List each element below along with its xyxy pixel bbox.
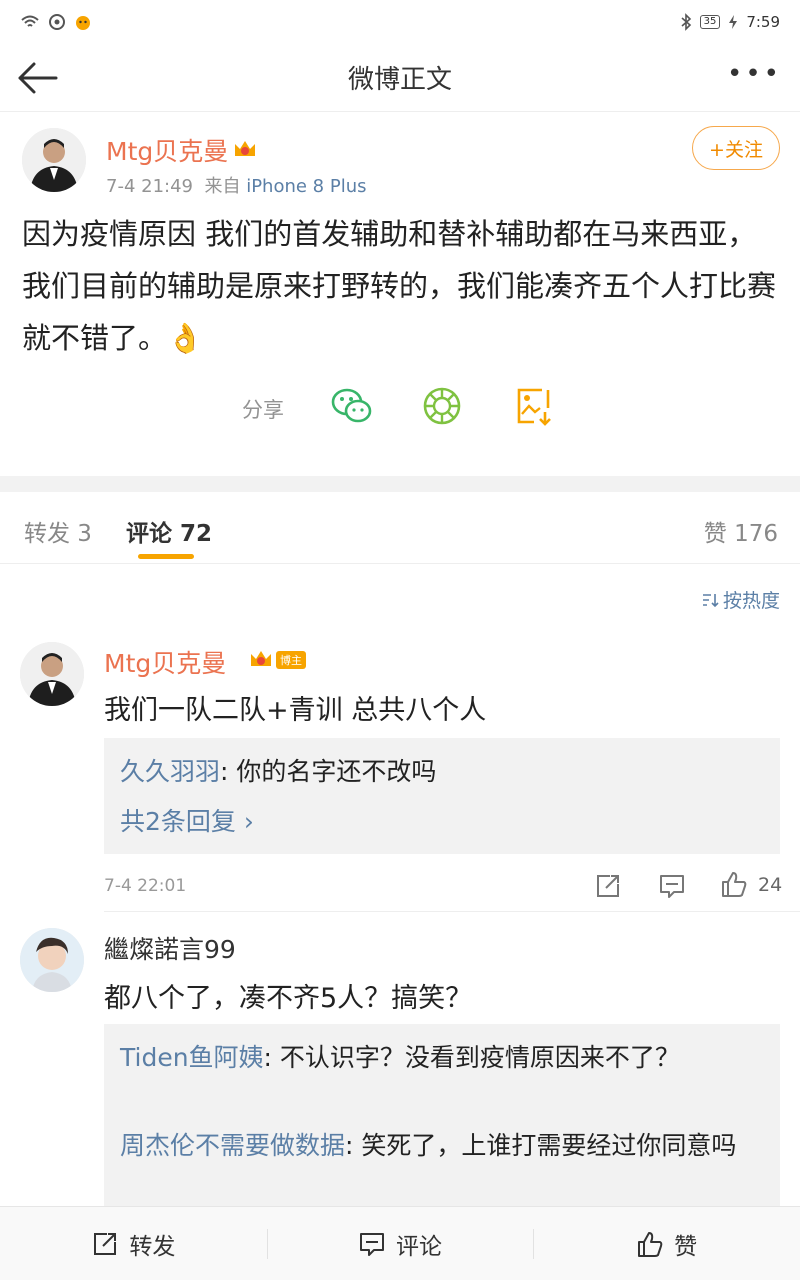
- post-source-prefix: 来自: [204, 176, 241, 197]
- save-image-icon[interactable]: [512, 384, 556, 428]
- status-right: 35 7:59: [680, 13, 780, 31]
- reply-line: Tiden鱼阿姨: 不认识字？没看到疫情原因来不了？: [120, 1036, 764, 1080]
- comment-button[interactable]: 评论: [266, 1207, 534, 1280]
- comment-icon: [360, 1232, 384, 1256]
- repost-comment-icon[interactable]: [594, 872, 622, 900]
- like-label: 赞: [674, 1233, 698, 1260]
- comment-like-count: 24: [758, 874, 783, 896]
- weibo-post: Mtg贝克曼 7-4 21:49 来自 iPhone 8 Plus +关注 因为…: [0, 112, 800, 476]
- active-tab-indicator: [138, 554, 194, 559]
- follow-button[interactable]: +关注: [692, 126, 780, 170]
- back-arrow-icon[interactable]: [14, 56, 60, 100]
- reply-comment-icon[interactable]: [658, 872, 686, 900]
- comment-text: 我们一队二队+青训 总共八个人: [104, 695, 487, 726]
- share-row: 分享: [0, 382, 800, 432]
- view-all-replies-link[interactable]: 共2条回复 ›: [120, 802, 254, 838]
- author-badge: 博主: [276, 651, 306, 669]
- section-divider: [0, 476, 800, 492]
- post-text: 因为疫情原因 我们的首发辅助和替补辅助都在马来西亚，我们目前的辅助是原来打野转的…: [22, 217, 777, 355]
- sort-icon: [702, 593, 719, 607]
- wechat-icon[interactable]: [330, 384, 374, 428]
- comment-label: 评论: [396, 1233, 442, 1260]
- app-notification-icon: [76, 16, 90, 30]
- reply-text: : 你的名字还不改吗: [220, 757, 437, 786]
- tab-reposts[interactable]: 转发 3: [24, 514, 92, 548]
- like-icon: [638, 1231, 663, 1257]
- wifi-icon: [21, 15, 39, 27]
- moments-icon[interactable]: [420, 384, 464, 428]
- bottom-action-bar: 转发 评论 赞: [0, 1206, 800, 1280]
- author-avatar[interactable]: [22, 128, 86, 192]
- like-comment-icon[interactable]: [720, 870, 748, 898]
- page-title: 微博正文: [347, 65, 452, 95]
- repost-icon: [94, 1232, 117, 1255]
- comment-time: 7-4 22:01: [104, 876, 187, 896]
- bluetooth-icon: [681, 13, 691, 31]
- reply-author[interactable]: Tiden鱼阿姨: [120, 1043, 264, 1072]
- nav-bar: 微博正文 •••: [0, 44, 800, 112]
- tab-likes[interactable]: 赞 176: [704, 514, 778, 548]
- charging-icon: [729, 15, 738, 29]
- share-label: 分享: [242, 398, 284, 422]
- commenter-avatar[interactable]: [20, 928, 84, 992]
- battery-level: 35: [699, 15, 721, 29]
- sort-by-hot-button[interactable]: 按热度: [701, 586, 780, 613]
- interaction-tabs: 转发 3 评论 72 赞 176: [0, 492, 800, 564]
- comment-item: Mtg贝克曼 博主 我们一队二队+青训 总共八个人 久久羽羽: 你的名字还不改吗…: [0, 640, 800, 912]
- reply-preview[interactable]: 久久羽羽: 你的名字还不改吗 共2条回复 ›: [104, 738, 780, 854]
- tab-comments[interactable]: 评论 72: [126, 514, 212, 548]
- reply-preview[interactable]: Tiden鱼阿姨: 不认识字？没看到疫情原因来不了？ 周杰伦不需要做数据: 笑死…: [104, 1024, 780, 1206]
- vip-crown-icon: [235, 141, 255, 156]
- commenter-name[interactable]: Mtg贝克曼: [104, 644, 226, 680]
- comment-divider: [104, 911, 800, 912]
- ok-hand-emoji: 👌: [167, 321, 204, 355]
- more-options-icon[interactable]: •••: [727, 61, 782, 87]
- comment-item: 繼燦諾言99 都八个了，凑不齐5人？搞笑？ Tiden鱼阿姨: 不认识字？没看到…: [0, 926, 800, 1206]
- reply-line: 周杰伦不需要做数据: 笑死了，上谁打需要经过你同意吗: [120, 1124, 764, 1168]
- hotspot-icon: [49, 14, 65, 30]
- repost-button[interactable]: 转发: [0, 1207, 267, 1280]
- status-left: [20, 13, 92, 31]
- post-device[interactable]: iPhone 8 Plus: [246, 176, 366, 197]
- commenter-avatar[interactable]: [20, 642, 84, 706]
- author-name[interactable]: Mtg贝克曼: [106, 132, 228, 168]
- reply-author[interactable]: 久久羽羽: [120, 757, 220, 786]
- status-bar: 35 7:59: [0, 0, 800, 44]
- reply-author[interactable]: 周杰伦不需要做数据: [120, 1131, 345, 1160]
- commenter-name[interactable]: 繼燦諾言99: [104, 930, 236, 966]
- post-time: 7-4 21:49: [106, 176, 193, 197]
- vip-crown-icon: [251, 651, 271, 666]
- reply-text: : 不认识字？没看到疫情原因来不了？: [263, 1043, 680, 1072]
- repost-label: 转发: [129, 1233, 176, 1260]
- like-button[interactable]: 赞: [533, 1207, 800, 1280]
- sort-label: 按热度: [722, 590, 780, 612]
- comment-text: 都八个了，凑不齐5人？搞笑？: [104, 983, 473, 1014]
- reply-text: : 笑死了，上谁打需要经过你同意吗: [345, 1131, 737, 1160]
- post-body: 因为疫情原因 我们的首发辅助和替补辅助都在马来西亚，我们目前的辅助是原来打野转的…: [22, 208, 782, 364]
- status-time: 7:59: [746, 13, 780, 31]
- reply-line: 久久羽羽: 你的名字还不改吗: [120, 750, 764, 794]
- post-meta: 7-4 21:49 来自 iPhone 8 Plus: [106, 172, 366, 198]
